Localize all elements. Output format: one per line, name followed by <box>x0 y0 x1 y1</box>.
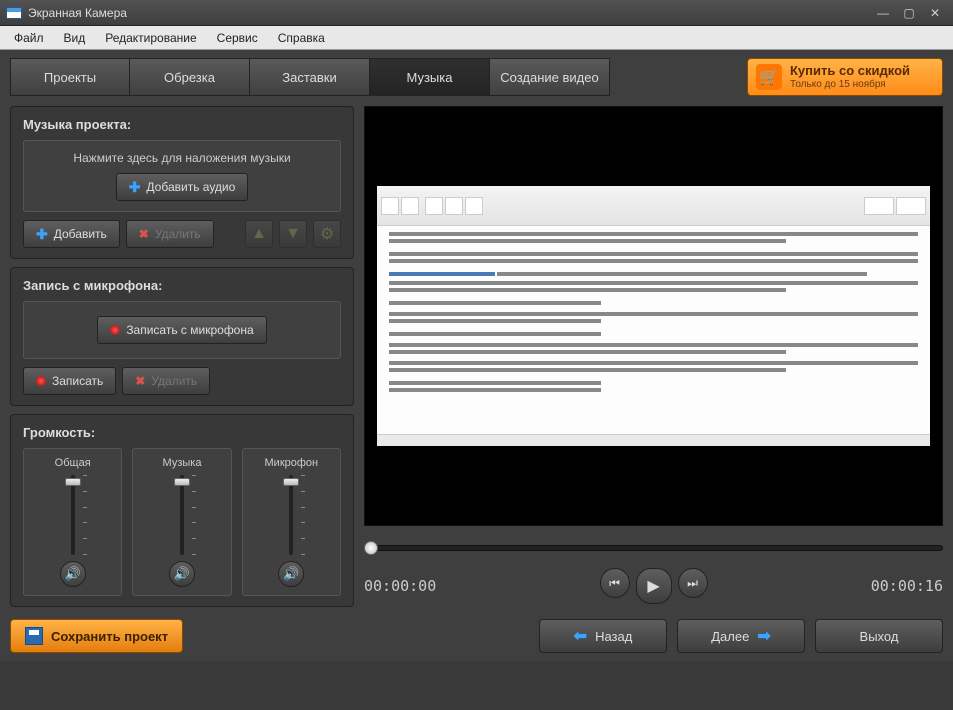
menu-service[interactable]: Сервис <box>207 28 268 48</box>
close-button[interactable]: ✕ <box>923 4 947 22</box>
seek-thumb[interactable] <box>364 541 378 555</box>
volume-music-mute[interactable]: 🔊 <box>169 561 195 587</box>
menu-help[interactable]: Справка <box>268 28 335 48</box>
arrow-right-icon: ➡ <box>757 626 770 646</box>
volume-music: Музыка 🔊 <box>132 448 231 596</box>
x-icon: ✖ <box>135 374 145 388</box>
volume-master-mute[interactable]: 🔊 <box>60 561 86 587</box>
buy-subtitle: Только до 15 ноября <box>790 79 910 91</box>
window-title: Экранная Камера <box>28 6 871 20</box>
volume-mic: Микрофон 🔊 <box>242 448 341 596</box>
video-preview <box>364 106 943 526</box>
music-panel: Музыка проекта: Нажмите здесь для наложе… <box>10 106 354 259</box>
record-icon <box>110 325 120 335</box>
volume-mic-slider[interactable] <box>271 475 311 555</box>
volume-panel-title: Громкость: <box>23 425 341 440</box>
next-button[interactable]: ⏭ <box>678 568 708 598</box>
record-mic-button[interactable]: Записать с микрофона <box>97 316 266 344</box>
tab-titles[interactable]: Заставки <box>250 58 370 96</box>
menu-view[interactable]: Вид <box>54 28 96 48</box>
volume-music-slider[interactable] <box>162 475 202 555</box>
music-delete-button[interactable]: ✖ Удалить <box>126 220 214 248</box>
time-total: 00:00:16 <box>843 577 943 595</box>
plus-icon: ✚ <box>129 179 141 196</box>
app-icon <box>6 7 22 19</box>
record-icon <box>36 376 46 386</box>
menu-edit[interactable]: Редактирование <box>95 28 206 48</box>
buy-button[interactable]: 🛒 Купить со скидкой Только до 15 ноября <box>747 58 943 96</box>
music-add-button[interactable]: ✚ Добавить <box>23 220 120 248</box>
next-button[interactable]: Далее ➡ <box>677 619 805 653</box>
mic-record-button[interactable]: Записать <box>23 367 116 395</box>
volume-mic-mute[interactable]: 🔊 <box>278 561 304 587</box>
music-panel-title: Музыка проекта: <box>23 117 341 132</box>
mic-delete-button[interactable]: ✖ Удалить <box>122 367 210 395</box>
menubar: Файл Вид Редактирование Сервис Справка <box>0 26 953 50</box>
exit-button[interactable]: Выход <box>815 619 943 653</box>
music-up-button[interactable]: ▲ <box>245 220 273 248</box>
cart-icon: 🛒 <box>756 64 782 90</box>
buy-title: Купить со скидкой <box>790 64 910 79</box>
volume-master: Общая 🔊 <box>23 448 122 596</box>
tab-row: Проекты Обрезка Заставки Музыка Создание… <box>10 58 943 96</box>
tab-music[interactable]: Музыка <box>370 58 490 96</box>
play-button[interactable]: ▶ <box>636 568 672 604</box>
arrow-left-icon: ⬅ <box>574 626 587 646</box>
save-project-button[interactable]: Сохранить проект <box>10 619 183 653</box>
volume-master-slider[interactable] <box>53 475 93 555</box>
mic-dropzone: Записать с микрофона <box>23 301 341 359</box>
minimize-button[interactable]: — <box>871 4 895 22</box>
tab-create-video[interactable]: Создание видео <box>490 58 610 96</box>
preview-frame <box>377 186 931 445</box>
plus-icon: ✚ <box>36 226 48 243</box>
menu-file[interactable]: Файл <box>4 28 54 48</box>
seek-bar[interactable] <box>364 540 943 556</box>
tab-trim[interactable]: Обрезка <box>130 58 250 96</box>
tab-projects[interactable]: Проекты <box>10 58 130 96</box>
mic-panel: Запись с микрофона: Записать с микрофона… <box>10 267 354 406</box>
music-drop-hint: Нажмите здесь для наложения музыки <box>34 151 330 165</box>
mic-panel-title: Запись с микрофона: <box>23 278 341 293</box>
music-settings-button[interactable]: ⚙ <box>313 220 341 248</box>
prev-button[interactable]: ⏮ <box>600 568 630 598</box>
titlebar: Экранная Камера — ▢ ✕ <box>0 0 953 26</box>
add-audio-button[interactable]: ✚ Добавить аудио <box>116 173 249 201</box>
volume-panel: Громкость: Общая 🔊 Музыка <box>10 414 354 607</box>
music-down-button[interactable]: ▼ <box>279 220 307 248</box>
time-current: 00:00:00 <box>364 577 464 595</box>
back-button[interactable]: ⬅ Назад <box>539 619 667 653</box>
music-dropzone[interactable]: Нажмите здесь для наложения музыки ✚ Доб… <box>23 140 341 212</box>
save-icon <box>25 627 43 645</box>
footer: Сохранить проект ⬅ Назад Далее ➡ Выход <box>10 619 943 653</box>
maximize-button[interactable]: ▢ <box>897 4 921 22</box>
player-controls: 00:00:00 ⏮ ▶ ⏭ 00:00:16 <box>364 568 943 604</box>
x-icon: ✖ <box>139 227 149 241</box>
